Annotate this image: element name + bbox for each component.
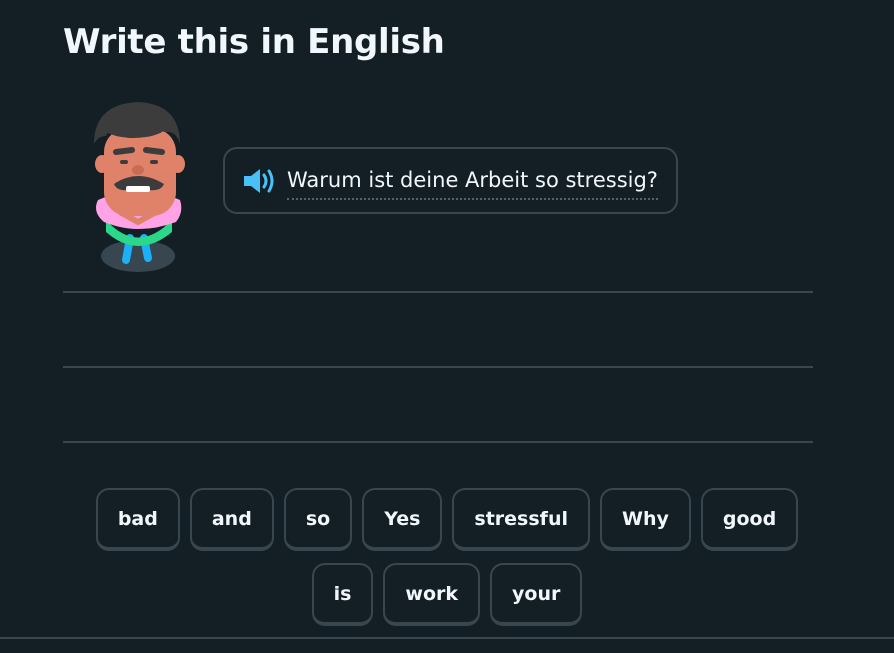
word-chip-work[interactable]: work <box>383 563 481 626</box>
prompt-sentence[interactable]: Warum ist deine Arbeit so stressig? <box>287 168 658 200</box>
answer-line <box>63 366 813 368</box>
word-chip-your[interactable]: your <box>490 563 583 626</box>
word-chip-bad[interactable]: bad <box>95 488 180 551</box>
word-chip-and[interactable]: and <box>189 488 274 551</box>
answer-line <box>63 441 813 443</box>
speech-bubble: Warum ist deine Arbeit so stressig? <box>223 147 678 214</box>
character-illustration <box>80 100 190 280</box>
word-bank-row-2: is work your <box>0 563 894 626</box>
word-chip-stressful[interactable]: stressful <box>452 488 590 551</box>
word-chip-good[interactable]: good <box>700 488 799 551</box>
exercise-page: Write this in English Warum ist deine Ar… <box>0 0 894 653</box>
footer-divider <box>0 637 894 639</box>
word-chip-yes[interactable]: Yes <box>362 488 443 551</box>
word-bank-row-1: bad and so Yes stressful Why good <box>0 488 894 551</box>
word-chip-is[interactable]: is <box>311 563 374 626</box>
page-title: Write this in English <box>63 22 445 62</box>
word-chip-why[interactable]: Why <box>599 488 691 551</box>
speaker-icon[interactable] <box>241 165 277 197</box>
answer-line <box>63 291 813 293</box>
word-chip-so[interactable]: so <box>283 488 353 551</box>
